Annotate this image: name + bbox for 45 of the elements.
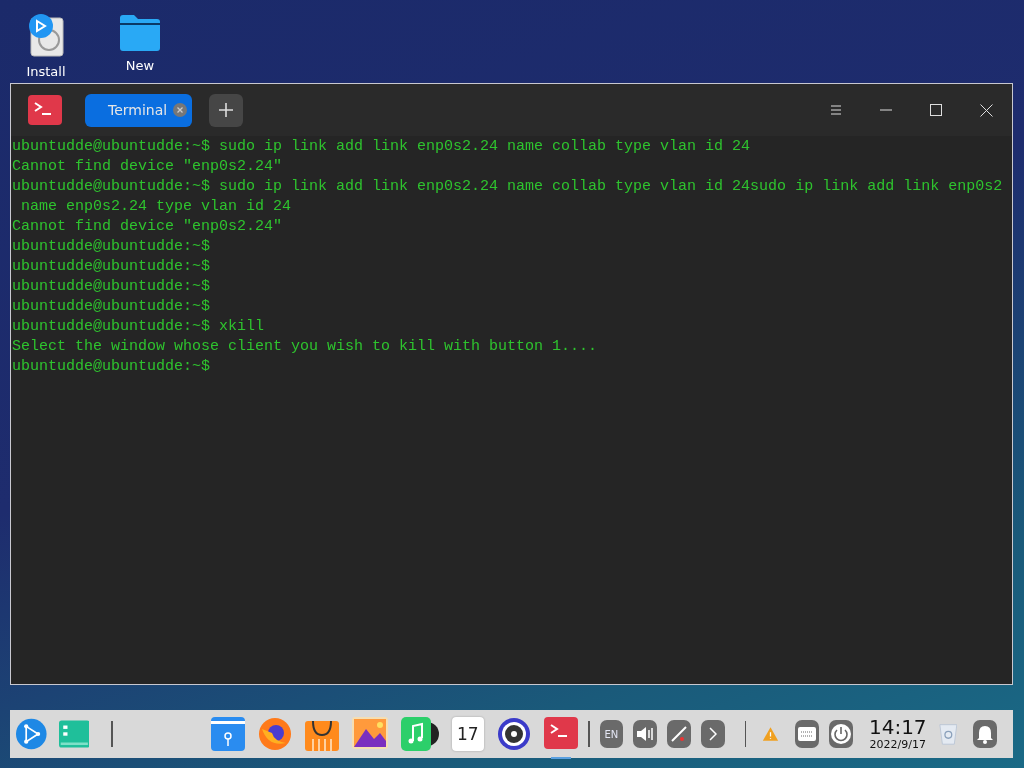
terminal-line: ubuntudde@ubuntudde:~$ sudo ip link add link enp0s2.24 name collab type vlan id 24 <box>12 137 751 157</box>
network-button[interactable] <box>667 720 691 748</box>
file-manager-icon[interactable] <box>210 717 245 751</box>
calendar-icon[interactable]: 17 <box>451 717 484 751</box>
terminal-line: ubuntudde@ubuntudde:~$ sudo ip link add link enp0s2.24 name collab type vlan id 24sudo ip link add link enp0s2 <box>12 177 1003 197</box>
clock-time[interactable]: 14:17 <box>868 717 927 738</box>
terminal-line: ubuntudde@ubuntudde:~$ <box>12 297 211 317</box>
terminal-icon <box>28 95 62 125</box>
input-method-button[interactable]: EN <box>599 720 624 748</box>
terminal-tab[interactable]: Terminal <box>85 93 193 127</box>
power-button[interactable] <box>829 720 853 748</box>
terminal-line: ubuntudde@ubuntudde:~$ xkill <box>12 317 265 337</box>
terminal-line: Cannot find device "enp0s2.24" <box>12 157 283 177</box>
speaker-icon <box>636 726 655 742</box>
settings-icon[interactable] <box>496 717 531 751</box>
terminal-line: ubuntudde@ubuntudde:~$ <box>12 357 211 377</box>
terminal-line: Select the window whose client you wish to kill with button 1.... <box>12 337 598 357</box>
disc-icon[interactable] <box>26 12 66 58</box>
clock-date[interactable]: 2022/9/17 <box>869 738 926 751</box>
desktop-icon-label[interactable]: New <box>125 58 155 73</box>
maximize-icon[interactable] <box>930 104 942 116</box>
close-icon[interactable] <box>980 103 993 117</box>
keyboard-button[interactable] <box>795 720 820 748</box>
terminal-line: ubuntudde@ubuntudde:~$ <box>12 237 211 257</box>
terminal-line: Cannot find device "enp0s2.24" <box>12 217 283 237</box>
terminal-line: ubuntudde@ubuntudde:~$ <box>12 257 211 277</box>
image-viewer-icon[interactable] <box>351 717 388 749</box>
keyboard-icon <box>798 727 817 741</box>
new-tab-button[interactable] <box>209 93 244 127</box>
notification-button[interactable] <box>973 720 998 748</box>
chevron-icon <box>708 727 717 741</box>
plus-icon <box>219 103 234 117</box>
terminal-icon[interactable] <box>543 717 578 749</box>
expand-button[interactable] <box>700 720 725 748</box>
bell-icon <box>975 724 996 744</box>
folder-icon[interactable] <box>118 12 162 52</box>
menu-icon[interactable] <box>830 104 842 116</box>
terminal-line: ubuntudde@ubuntudde:~$ <box>12 277 211 297</box>
volume-button[interactable] <box>633 720 658 748</box>
browser-icon[interactable] <box>257 717 292 751</box>
terminal-line: name enp0s2.24 type vlan id 24 <box>20 197 292 217</box>
music-icon[interactable] <box>400 717 439 751</box>
launcher-icon[interactable] <box>16 716 47 752</box>
desktop-icon-label[interactable]: Install <box>26 64 66 79</box>
power-icon <box>830 723 853 745</box>
